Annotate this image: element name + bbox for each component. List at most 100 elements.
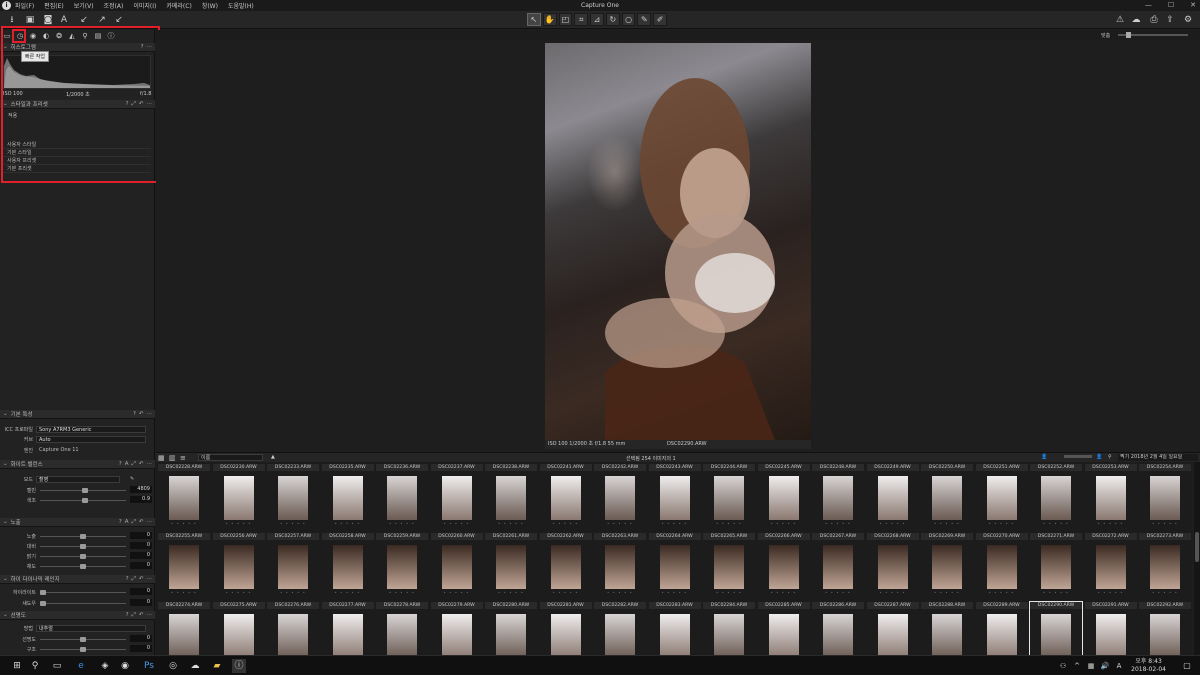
clarity-value[interactable]: 0 xyxy=(130,635,152,642)
task-view-icon[interactable]: ▭ xyxy=(50,659,64,673)
thumbnail[interactable]: DSC02289.ARW• • • • • xyxy=(975,602,1028,655)
thumbnail[interactable]: DSC02259.ARW • • • • • xyxy=(376,533,428,597)
rating-dots[interactable]: • • • • • xyxy=(594,591,646,595)
thumbnail[interactable]: DSC02280.ARW• • • • • xyxy=(485,602,537,655)
collapse-icon[interactable]: ⌄ xyxy=(3,411,8,417)
menu-view[interactable]: 보기(V) xyxy=(74,1,94,10)
exposure-header[interactable]: ⌄ 노출 ? A ⤢ ↶ ⋯ xyxy=(0,518,155,527)
help-icon[interactable]: ? xyxy=(133,411,136,417)
picker-cursor-icon[interactable]: ✐ xyxy=(653,13,668,26)
redo-icon[interactable]: ↗ xyxy=(96,14,108,26)
search-input[interactable]: 찍기 2018년 2월 4일 일요일 xyxy=(1118,454,1198,461)
thumbnail[interactable]: DSC02271.ARW • • • • • xyxy=(1030,533,1082,597)
search-icon[interactable]: ⚲ xyxy=(1108,454,1112,460)
media-icon[interactable]: ◎ xyxy=(166,659,180,673)
rating-dots[interactable]: • • • • • xyxy=(431,522,483,526)
thumbnail[interactable]: DSC02245.ARW • • • • • xyxy=(757,464,810,528)
menu-camera[interactable]: 카메라(C) xyxy=(166,1,191,10)
rating-dots[interactable]: • • • • • xyxy=(158,522,210,526)
rating-dots[interactable]: • • • • • xyxy=(485,522,537,526)
thumbnail[interactable]: DSC02288.ARW• • • • • xyxy=(921,602,973,655)
capture-one-icon[interactable]: ⓘ xyxy=(232,659,246,673)
thumbnail[interactable]: DSC02270.ARW • • • • • xyxy=(975,533,1028,597)
rating-dots[interactable]: • • • • • xyxy=(703,591,755,595)
hdr-header[interactable]: ⌄ 하이 다이나믹 레인지 ? ⤢ ↶ ⋯ xyxy=(0,575,155,584)
rating-dots[interactable]: • • • • • xyxy=(649,591,701,595)
rotate-cursor-icon[interactable]: ↻ xyxy=(605,13,620,26)
reset-icon[interactable]: ↶ xyxy=(139,461,144,467)
exposure-knob[interactable] xyxy=(80,534,86,539)
thumbnail[interactable]: DSC02268.ARW • • • • • xyxy=(866,533,919,597)
circle-cursor-icon[interactable]: ○ xyxy=(621,13,636,26)
thumbnail[interactable]: DSC02283.ARW• • • • • xyxy=(648,602,701,655)
thumbnail[interactable]: DSC02255.ARW • • • • • xyxy=(158,533,210,597)
sort-asc-icon[interactable]: ▲ xyxy=(271,454,275,460)
chat-icon[interactable]: ☁ xyxy=(1130,14,1142,26)
notification-icon[interactable]: ▢ xyxy=(1180,659,1194,673)
rating-dots[interactable]: • • • • • xyxy=(921,522,973,526)
thumbnail[interactable]: DSC02243.ARW • • • • • xyxy=(648,464,701,528)
collapse-icon[interactable]: ⌄ xyxy=(3,576,8,582)
reset-icon[interactable]: ↶ xyxy=(139,519,144,525)
thumbnail[interactable]: DSC02278.ARW• • • • • xyxy=(376,602,428,655)
brightness-knob[interactable] xyxy=(80,554,86,559)
tint-knob[interactable] xyxy=(82,498,88,503)
menu-edit[interactable]: 편집(E) xyxy=(44,1,64,10)
people-icon[interactable]: ⚇ xyxy=(1056,659,1070,673)
highlight-track[interactable] xyxy=(40,592,126,593)
rating-dots[interactable]: • • • • • xyxy=(322,591,374,595)
browser-scrollbar[interactable] xyxy=(1194,462,1200,655)
curve-select[interactable]: Auto xyxy=(36,435,146,443)
straighten-cursor-icon[interactable]: ⊿ xyxy=(590,13,604,26)
thumbnail[interactable]: DSC02236.ARW • • • • • xyxy=(376,464,428,528)
thumbnail[interactable]: DSC02273.ARW • • • • • xyxy=(1139,533,1191,597)
menu-adjust[interactable]: 조정(A) xyxy=(104,1,124,10)
network-icon[interactable]: ▦ xyxy=(1084,659,1098,673)
wb-header[interactable]: ⌄ 화이트 밸런스 ? A ⤢ ↶ ⋯ xyxy=(0,460,155,469)
rating-dots[interactable]: • • • • • xyxy=(1030,591,1082,595)
menu-window[interactable]: 창(W) xyxy=(202,1,218,10)
chrome-icon[interactable]: ◉ xyxy=(118,659,132,673)
auto-icon[interactable]: A xyxy=(125,461,129,467)
thumbnail[interactable]: DSC02285.ARW• • • • • xyxy=(757,602,810,655)
rating-dots[interactable]: • • • • • xyxy=(213,591,265,595)
tint-value[interactable]: 0.9 xyxy=(130,496,152,503)
thumbnail[interactable]: DSC02290.ARW• • • • • xyxy=(1029,601,1083,655)
shadow-value[interactable]: 0 xyxy=(130,599,152,606)
print-icon[interactable]: ⎙ xyxy=(1148,14,1160,26)
rating-dots[interactable]: • • • • • xyxy=(376,522,428,526)
zoom-cursor-icon[interactable]: ◰ xyxy=(558,13,573,26)
kelvin-knob[interactable] xyxy=(82,488,88,493)
thumbnail[interactable]: DSC02248.ARW • • • • • xyxy=(812,464,864,528)
filmstrip-view-icon[interactable]: ▥ xyxy=(169,454,176,462)
rating-dots[interactable]: • • • • • xyxy=(976,522,1028,526)
tray-expand-icon[interactable]: ^ xyxy=(1070,659,1084,673)
warning-icon[interactable]: ⚠ xyxy=(1114,14,1126,26)
help-icon[interactable]: ? xyxy=(119,461,122,467)
highlight-knob[interactable] xyxy=(40,590,46,595)
rating-dots[interactable]: • • • • • xyxy=(1085,591,1137,595)
thumb-size-slider[interactable] xyxy=(1064,455,1092,458)
highlight-value[interactable]: 0 xyxy=(130,588,152,595)
eyedropper-icon[interactable]: ✎ xyxy=(130,476,134,482)
main-photo[interactable] xyxy=(545,43,811,440)
thumbnail[interactable]: DSC02274.ARW• • • • • xyxy=(158,602,210,655)
saturation-knob[interactable] xyxy=(80,564,86,569)
more-icon[interactable]: ⋯ xyxy=(147,411,153,417)
copy-icon[interactable]: ⤢ xyxy=(131,461,135,468)
clarity-header[interactable]: ⌄ 선명도 ? ⤢ ↶ ⋯ xyxy=(0,611,155,620)
base-header[interactable]: ⌄ 기본 특성 ? ↶ ⋯ xyxy=(0,410,155,419)
more-icon[interactable]: ⋯ xyxy=(147,519,153,525)
reset-icon[interactable]: ↙ xyxy=(113,14,125,26)
menu-image[interactable]: 이미지(I) xyxy=(133,1,156,10)
rating-dots[interactable]: • • • • • xyxy=(1139,591,1191,595)
collapse-icon[interactable]: ⌄ xyxy=(3,612,8,618)
icc-select[interactable]: Sony A7RM3 Generic xyxy=(36,425,146,433)
process-icon[interactable]: ⚙ xyxy=(1182,14,1194,26)
undo-icon[interactable]: ↙ xyxy=(78,14,90,26)
thumbnail[interactable]: DSC02264.ARW • • • • • xyxy=(648,533,701,597)
crop-cursor-icon[interactable]: ⌗ xyxy=(574,13,589,26)
menu-help[interactable]: 도움말(H) xyxy=(228,1,254,10)
thumbnail[interactable]: DSC02244.ARW • • • • • xyxy=(703,464,755,528)
rating-dots[interactable]: • • • • • xyxy=(485,591,537,595)
